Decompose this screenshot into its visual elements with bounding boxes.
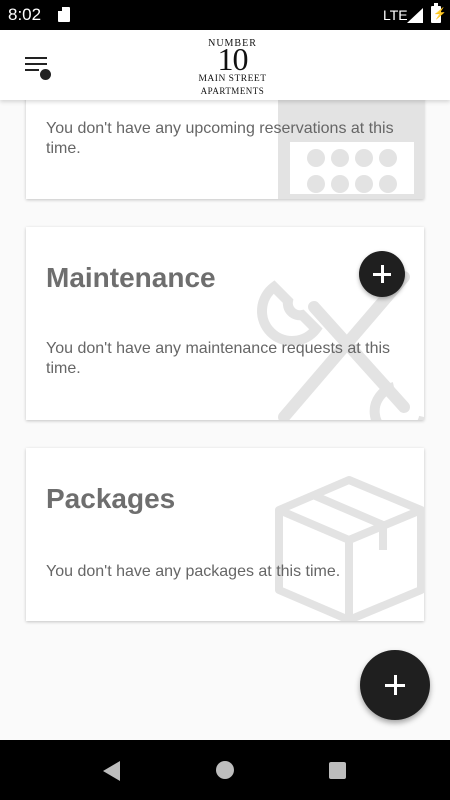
add-fab-button[interactable] [360, 650, 430, 720]
app-header: NUMBER 10 MAIN STREET APARTMENTS [0, 30, 450, 100]
home-icon[interactable] [216, 761, 234, 779]
plus-icon [359, 251, 405, 297]
menu-button[interactable] [22, 55, 56, 81]
box-icon [275, 476, 424, 621]
packages-card: Packages You don't have any packages at … [26, 448, 424, 621]
logo-line-street: MAIN STREET [198, 74, 267, 84]
maintenance-title: Maintenance [46, 262, 216, 293]
packages-title: Packages [46, 483, 176, 514]
add-maintenance-button[interactable] [359, 251, 405, 297]
recents-icon[interactable] [329, 762, 346, 779]
logo-numeral: 10 [217, 41, 249, 77]
navigation-bar [0, 740, 450, 800]
maintenance-empty-text: You don't have any maintenance requests … [46, 340, 391, 377]
maintenance-card: Maintenance You don't have any maintenan… [26, 227, 424, 420]
back-icon[interactable] [103, 761, 120, 781]
building-logo: NUMBER 10 MAIN STREET APARTMENTS [185, 36, 280, 96]
signal-icon [407, 8, 423, 23]
plus-icon [360, 650, 430, 720]
network-type: LTE [383, 7, 408, 23]
packages-empty-text: You don't have any packages at this time… [46, 563, 341, 580]
sd-card-icon [58, 7, 70, 22]
logo-line-apartments: APARTMENTS [200, 86, 265, 96]
battery-charging-icon: ⚡ [431, 3, 447, 23]
status-bar: 8:02 LTE ⚡ [0, 0, 450, 30]
status-time: 8:02 [8, 5, 42, 24]
reservations-empty-text: You don't have any upcoming reservations… [46, 120, 394, 157]
